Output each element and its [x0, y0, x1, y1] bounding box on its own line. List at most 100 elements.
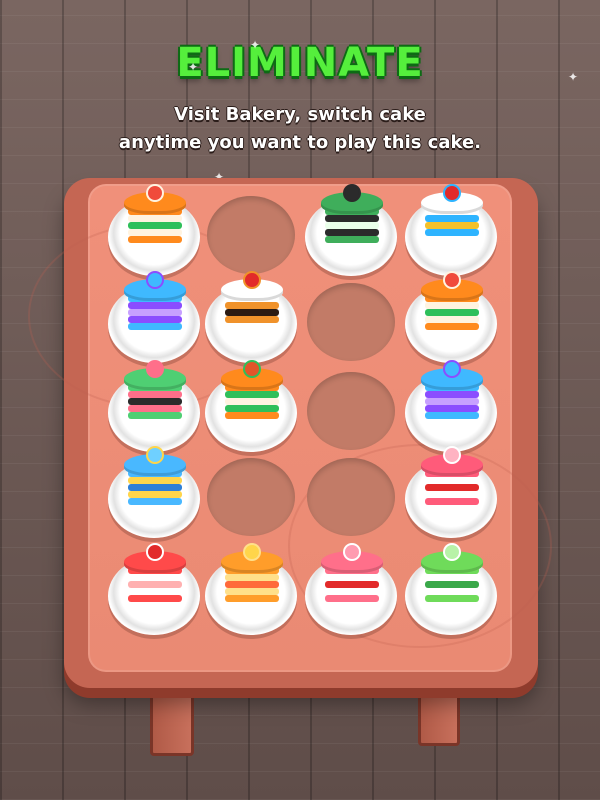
board-cell-r5-c1[interactable]	[108, 545, 200, 635]
cake-garnish	[148, 545, 162, 559]
cake-layer	[225, 309, 279, 316]
cake-garnish	[445, 273, 459, 287]
cake-layer	[425, 412, 479, 419]
cake-garnish	[148, 362, 162, 376]
cake-garnish	[245, 273, 259, 287]
board-cell-r1-c2[interactable]	[207, 196, 295, 274]
cake-layer	[425, 391, 479, 398]
cake-orange-layer-slice[interactable]	[221, 354, 283, 424]
board-cell-r2-c4[interactable]	[405, 273, 497, 363]
empty-slot[interactable]	[307, 372, 395, 450]
eliminate-title: ELIMINATE	[176, 40, 424, 86]
cake-garnish	[148, 186, 162, 200]
cake-layer	[225, 323, 279, 330]
board-cell-r3-c2[interactable]	[205, 362, 297, 452]
cake-layer	[325, 588, 379, 595]
cake-layer	[128, 574, 182, 581]
cake-layer	[128, 222, 182, 229]
empty-slot[interactable]	[207, 196, 295, 274]
cake-cherry-slice[interactable]	[421, 178, 483, 248]
cake-layer	[128, 302, 182, 309]
cake-layer	[425, 405, 479, 412]
cake-layer	[225, 405, 279, 412]
cake-layer	[225, 398, 279, 405]
cake-layer	[225, 391, 279, 398]
cake-pink-cherry-stack[interactable]	[421, 440, 483, 510]
cake-layer	[425, 498, 479, 505]
cake-layer	[425, 581, 479, 588]
cake-layer	[425, 316, 479, 323]
cake-layer	[425, 484, 479, 491]
cake-small-orange-slice[interactable]	[221, 537, 283, 607]
cake-layer	[128, 498, 182, 505]
cake-garnish	[345, 545, 359, 559]
board-cell-r5-c2[interactable]	[205, 545, 297, 635]
cake-layer	[325, 222, 379, 229]
board-cell-r5-c3[interactable]	[305, 545, 397, 635]
cake-layer	[128, 229, 182, 236]
cake-green-matcha-slice[interactable]	[421, 537, 483, 607]
cake-layer	[425, 215, 479, 222]
board-cell-r4-c1[interactable]	[108, 448, 200, 538]
sparkle-icon: ✦	[188, 60, 199, 74]
cake-layer	[225, 574, 279, 581]
cake-layer	[128, 412, 182, 419]
cake-garnish	[445, 448, 459, 462]
cake-layer	[425, 398, 479, 405]
board-cell-r1-c4[interactable]	[405, 186, 497, 276]
empty-slot[interactable]	[207, 458, 295, 536]
cake-layer	[128, 391, 182, 398]
cake-layer	[425, 229, 479, 236]
cake-layer	[225, 595, 279, 602]
cake-layer	[425, 236, 479, 243]
board-cell-r3-c3[interactable]	[307, 372, 395, 450]
board-cell-r5-c4[interactable]	[405, 545, 497, 635]
cake-layer	[128, 595, 182, 602]
board-cell-r3-c4[interactable]	[405, 362, 497, 452]
board-cell-r4-c3[interactable]	[307, 458, 395, 536]
cake-layer	[325, 215, 379, 222]
cake-layer	[128, 477, 182, 484]
cake-layer	[225, 316, 279, 323]
empty-slot[interactable]	[307, 283, 395, 361]
board-cell-r3-c1[interactable]	[108, 362, 200, 452]
board-cell-r4-c4[interactable]	[405, 448, 497, 538]
cake-layer	[425, 309, 479, 316]
cake-blue-banana-cake[interactable]	[124, 440, 186, 510]
cake-layer	[425, 222, 479, 229]
cake-chocolate-cherry-slice[interactable]	[221, 265, 283, 335]
cake-pink-square-cake[interactable]	[321, 537, 383, 607]
cake-blue-purple-slice[interactable]	[421, 354, 483, 424]
cake-green-pink-slice[interactable]	[124, 354, 186, 424]
board-cell-r2-c3[interactable]	[307, 283, 395, 361]
cake-matcha-slice[interactable]	[321, 178, 383, 248]
cake-strawberry-cream-cake[interactable]	[124, 537, 186, 607]
cake-layer	[425, 595, 479, 602]
board-cell-r2-c2[interactable]	[205, 273, 297, 363]
cake-layer	[325, 581, 379, 588]
cake-garnish	[245, 362, 259, 376]
cake-garnish	[345, 186, 359, 200]
sparkle-icon: ✦	[568, 70, 579, 84]
board-cell-r1-c1[interactable]	[108, 186, 200, 276]
cake-layer	[225, 302, 279, 309]
empty-slot[interactable]	[307, 458, 395, 536]
board-cell-r1-c3[interactable]	[305, 186, 397, 276]
cake-layer	[325, 574, 379, 581]
cake-blue-purple-slice[interactable]	[124, 265, 186, 335]
board-cell-r2-c1[interactable]	[108, 273, 200, 363]
board-cell-r4-c2[interactable]	[207, 458, 295, 536]
cake-garnish	[148, 273, 162, 287]
cake-garnish	[445, 186, 459, 200]
cake-layer	[128, 484, 182, 491]
cake-orange-tart[interactable]	[421, 265, 483, 335]
cake-orange-tart[interactable]	[124, 178, 186, 248]
cake-garnish	[245, 545, 259, 559]
cake-garnish	[148, 448, 162, 462]
cake-layer	[128, 323, 182, 330]
cake-layer	[128, 316, 182, 323]
cake-layer	[325, 595, 379, 602]
hint-line-2: anytime you want to play this cake.	[118, 132, 482, 153]
cake-layer	[225, 412, 279, 419]
cake-layer	[128, 236, 182, 243]
